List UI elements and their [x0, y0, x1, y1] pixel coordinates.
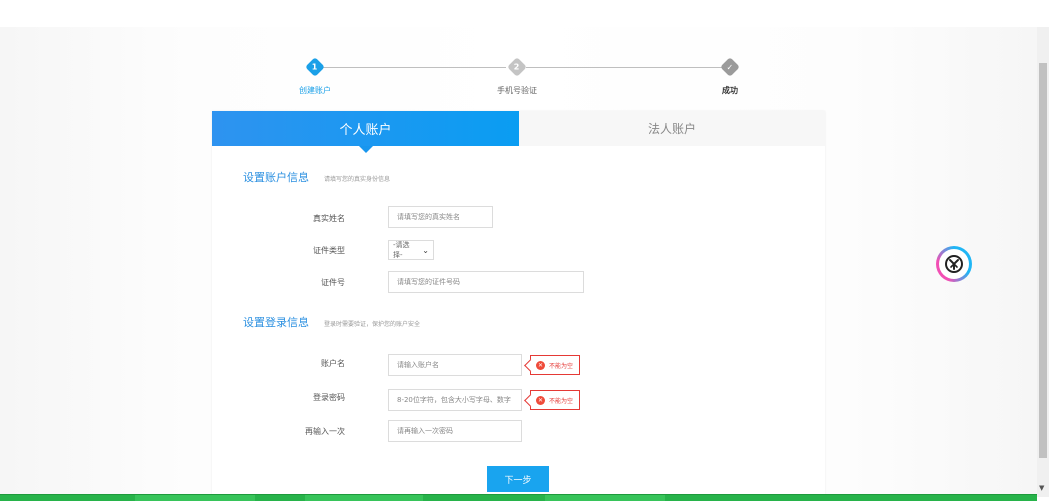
username-error-text: 不能为空 [549, 362, 574, 370]
check-icon: ✓ [726, 62, 734, 72]
id-type-value: -请选择- [393, 241, 410, 259]
id-type-select[interactable]: -请选择- ⌄ [388, 240, 434, 260]
error-x-icon: ✕ [536, 360, 545, 370]
section-title-login: 设置登录信息 [243, 316, 309, 329]
active-tab-pointer [359, 146, 373, 153]
bottom-bar-segment [135, 495, 255, 501]
step-2-label: 手机号验证 [497, 86, 537, 95]
tab-personal-label: 个人账户 [339, 123, 392, 138]
next-step-label: 下一步 [504, 475, 532, 486]
account-type-tabs: 个人账户 法人账户 [212, 111, 825, 153]
step-2-marker: 2 [507, 57, 527, 77]
id-type-label: 证件类型 [313, 246, 345, 255]
id-number-placeholder: 请填写您的证件号码 [397, 278, 460, 286]
password-error-tip: ✕ 不能为空 [530, 390, 580, 410]
real-name-label: 真实姓名 [313, 214, 345, 223]
id-number-label: 证件号 [321, 278, 345, 287]
registration-panel: 个人账户 法人账户 设置账户信息 请填写您的真实身份信息 真实姓名 请填写您的真… [212, 111, 825, 500]
password-error-text: 不能为空 [549, 397, 574, 405]
bottom-bar-segment [545, 495, 665, 501]
step-connector [526, 67, 722, 68]
username-error-tip: ✕ 不能为空 [530, 355, 580, 375]
username-input[interactable]: 请输入账户名 [388, 354, 522, 376]
step-3-marker: ✓ [720, 57, 740, 77]
vertical-scrollbar[interactable] [1037, 27, 1049, 497]
scrollbar-thumb[interactable] [1039, 63, 1047, 458]
scroll-down-icon[interactable]: ▼ [1039, 484, 1044, 492]
app-logo-inner [939, 249, 969, 279]
password-label: 登录密码 [313, 393, 345, 402]
step-3-label: 成功 [722, 86, 738, 95]
real-name-input[interactable]: 请填写您的真实姓名 [388, 206, 493, 228]
step-1-label: 创建账户 [299, 86, 331, 95]
section-hint-account: 请填写您的真实身份信息 [324, 176, 391, 183]
id-number-input[interactable]: 请填写您的证件号码 [388, 271, 584, 293]
password-input[interactable]: 8-20位字符，包含大小写字母、数字 [388, 389, 522, 411]
username-label: 账户名 [321, 359, 345, 368]
chevron-down-icon: ⌄ [422, 245, 429, 255]
tab-personal-account[interactable]: 个人账户 [212, 111, 519, 153]
step-connector [322, 67, 506, 68]
tab-legal-account[interactable]: 法人账户 [519, 111, 825, 146]
error-x-icon: ✕ [536, 395, 545, 405]
section-hint-login: 登录时需要验证，保护您的账户安全 [324, 321, 421, 328]
step-2-number: 2 [514, 62, 520, 72]
password-placeholder: 8-20位字符，包含大小写字母、数字 [397, 396, 511, 404]
section-title-account: 设置账户信息 [243, 171, 309, 184]
username-placeholder: 请输入账户名 [397, 361, 439, 369]
confirm-password-placeholder: 请再输入一次密码 [397, 427, 453, 435]
app-logo-icon[interactable] [936, 246, 972, 282]
confirm-password-label: 再输入一次 [305, 427, 345, 436]
logo-glyph [945, 255, 963, 273]
confirm-password-input[interactable]: 请再输入一次密码 [388, 420, 522, 442]
step-1-marker: 1 [305, 57, 325, 77]
bottom-bar-segment [305, 495, 423, 501]
step-1-number: 1 [312, 62, 318, 72]
step-progress: 1 创建账户 2 手机号验证 ✓ 成功 [0, 0, 1049, 100]
real-name-placeholder: 请填写您的真实姓名 [397, 213, 460, 221]
next-step-button[interactable]: 下一步 [487, 466, 549, 492]
tab-legal-label: 法人账户 [647, 122, 696, 136]
